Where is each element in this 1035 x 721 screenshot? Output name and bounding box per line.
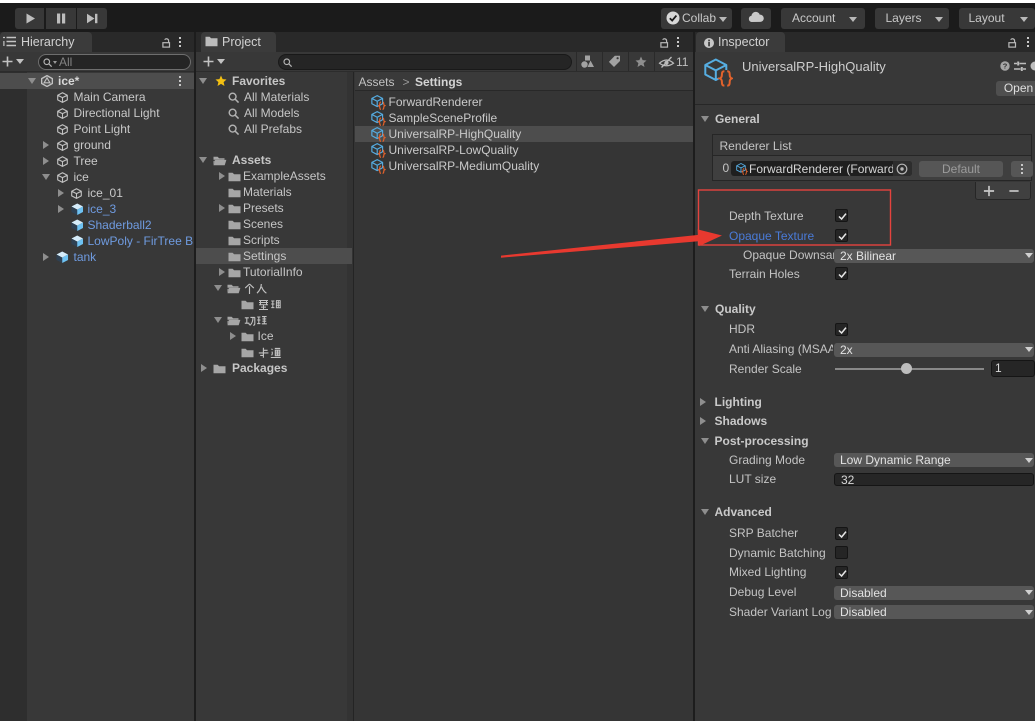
svg-text:?: ? [1003, 62, 1008, 71]
